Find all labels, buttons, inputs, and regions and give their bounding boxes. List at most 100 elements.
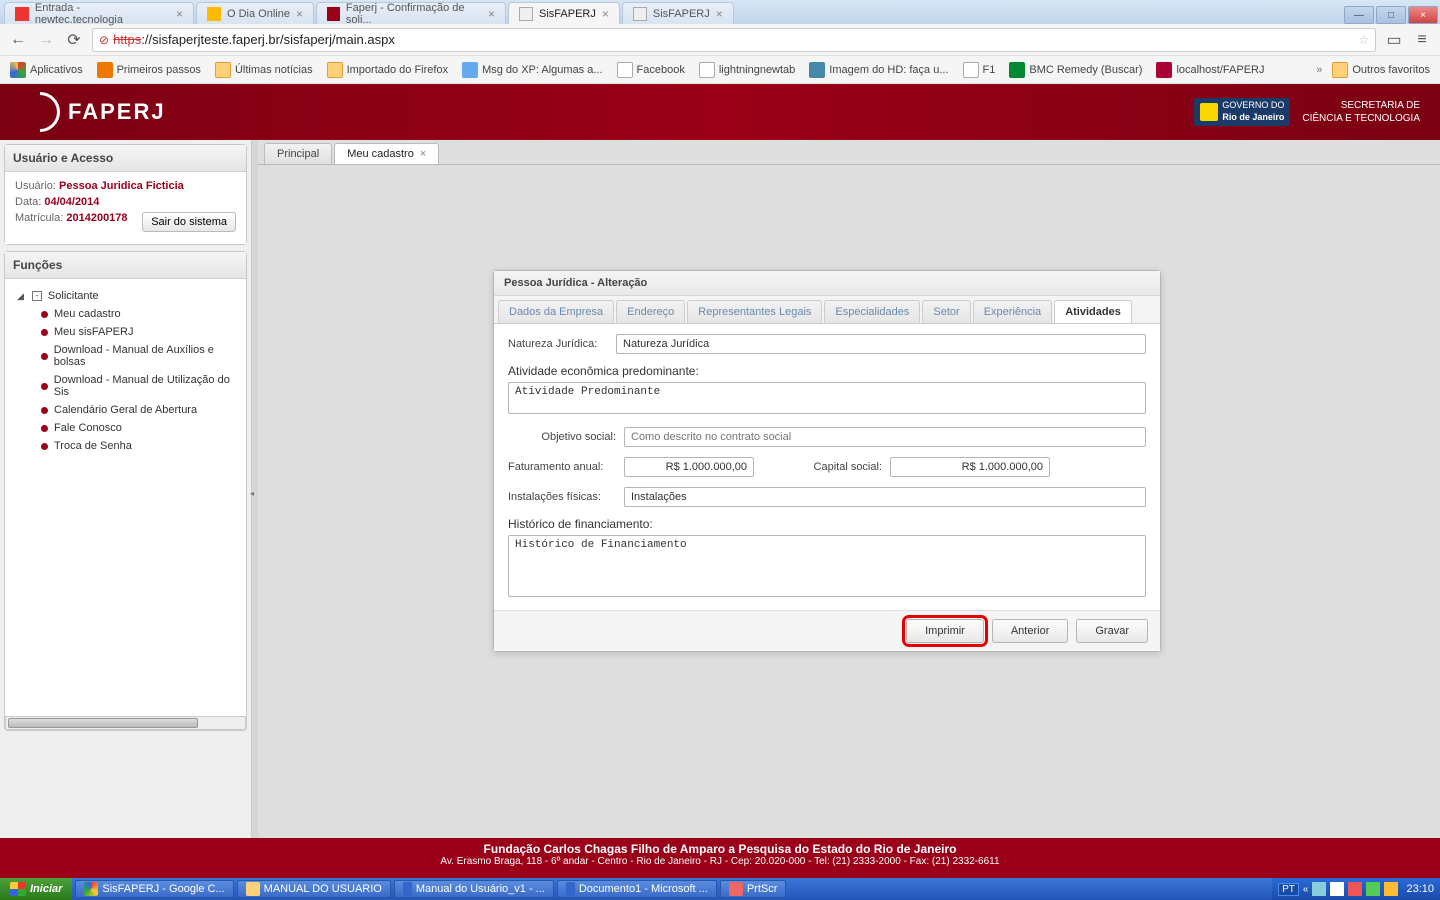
- natureza-input[interactable]: [616, 334, 1146, 354]
- address-bar: ← → ⟳ ⊘ https://sisfaperjteste.faperj.br…: [0, 24, 1440, 56]
- menu-icon[interactable]: ≡: [1412, 30, 1432, 50]
- form-tab[interactable]: Representantes Legais: [687, 300, 822, 323]
- taskbar-item[interactable]: PrtScr: [720, 880, 787, 898]
- panel-header: Funções: [5, 252, 246, 279]
- prtscr-icon: [729, 882, 743, 896]
- objetivo-input[interactable]: [624, 427, 1146, 447]
- url-input[interactable]: ⊘ https://sisfaperjteste.faperj.br/sisfa…: [92, 28, 1376, 52]
- gmail-icon: [15, 7, 29, 21]
- browser-tab[interactable]: SisFAPERJ×: [622, 2, 734, 24]
- page-icon: [963, 62, 979, 78]
- tray-icon[interactable]: [1384, 882, 1398, 896]
- taskbar-item[interactable]: MANUAL DO USUARIO: [237, 880, 391, 898]
- folder-icon: [215, 62, 231, 78]
- atividade-label: Atividade econômica predominante:: [508, 364, 699, 378]
- close-icon[interactable]: ×: [420, 148, 426, 160]
- tray-icon[interactable]: [1366, 882, 1380, 896]
- tray-icon[interactable]: [1348, 882, 1362, 896]
- gravar-button[interactable]: Gravar: [1076, 619, 1148, 643]
- tree-item[interactable]: Meu sisFAPERJ: [13, 323, 242, 341]
- tree-item[interactable]: Meu cadastro: [13, 305, 242, 323]
- functions-panel: Funções -Solicitante Meu cadastro Meu si…: [4, 251, 247, 731]
- tree-item[interactable]: Troca de Senha: [13, 437, 242, 455]
- historico-input[interactable]: [508, 535, 1146, 597]
- bookmark-item[interactable]: BMC Remedy (Buscar): [1005, 60, 1146, 80]
- bmc-icon: [1009, 62, 1025, 78]
- atividade-input[interactable]: [508, 382, 1146, 414]
- page-icon: [699, 62, 715, 78]
- close-icon[interactable]: ×: [296, 7, 303, 21]
- bookmark-item[interactable]: Facebook: [613, 60, 689, 80]
- form-title: Pessoa Jurídica - Alteração: [494, 271, 1160, 296]
- other-bookmarks[interactable]: Outros favoritos: [1328, 60, 1434, 80]
- taskbar-item[interactable]: Manual do Usuário_v1 - ...: [394, 880, 554, 898]
- minimize-button[interactable]: —: [1344, 6, 1374, 24]
- faturamento-input[interactable]: [624, 457, 754, 477]
- logout-button[interactable]: Sair do sistema: [142, 212, 236, 232]
- panel-header: Usuário e Acesso: [5, 145, 246, 172]
- bookmark-item[interactable]: Últimas notícias: [211, 60, 317, 80]
- page-tabs: Principal Meu cadastro×: [258, 140, 1440, 165]
- browser-tab[interactable]: Entrada - newtec.tecnologia×: [4, 2, 194, 24]
- historico-label: Histórico de financiamento:: [508, 517, 653, 531]
- star-icon[interactable]: ☆: [1358, 33, 1369, 47]
- tree-item[interactable]: Calendário Geral de Abertura: [13, 401, 242, 419]
- tab-principal[interactable]: Principal: [264, 143, 332, 164]
- imprimir-button[interactable]: Imprimir: [906, 619, 984, 643]
- bookmark-item[interactable]: lightningnewtab: [695, 60, 799, 80]
- taskbar-item[interactable]: SisFAPERJ - Google C...: [75, 880, 233, 898]
- bookmark-item[interactable]: localhost/FAPERJ: [1152, 60, 1268, 80]
- browser-tab[interactable]: Faperj - Confirmação de soli...×: [316, 2, 506, 24]
- instalacoes-input[interactable]: [624, 487, 1146, 507]
- close-icon[interactable]: ×: [716, 7, 723, 21]
- bookmark-item[interactable]: Msg do XP: Algumas a...: [458, 60, 606, 80]
- page-icon: [519, 7, 533, 21]
- form-tab[interactable]: Setor: [922, 300, 970, 323]
- close-button[interactable]: ×: [1408, 6, 1438, 24]
- clock[interactable]: 23:10: [1406, 883, 1434, 895]
- bookmark-item[interactable]: Aplicativos: [6, 60, 87, 80]
- capital-input[interactable]: [890, 457, 1050, 477]
- form-tab-active[interactable]: Atividades: [1054, 300, 1132, 323]
- maximize-button[interactable]: □: [1376, 6, 1406, 24]
- language-indicator[interactable]: PT: [1278, 883, 1299, 896]
- instalacoes-label: Instalações físicas:: [508, 491, 616, 503]
- form-tab[interactable]: Endereço: [616, 300, 685, 323]
- objetivo-label: Objetivo social:: [508, 431, 616, 443]
- tree-item[interactable]: Download - Manual de Auxílios e bolsas: [13, 341, 242, 371]
- capital-label: Capital social:: [792, 461, 882, 473]
- close-icon[interactable]: ×: [176, 7, 183, 21]
- secretaria-label: SECRETARIA DECIÊNCIA E TECNOLOGIA: [1302, 99, 1420, 125]
- tree-root-solicitante[interactable]: -Solicitante: [13, 287, 242, 305]
- close-icon[interactable]: ×: [488, 7, 495, 21]
- forward-button[interactable]: →: [36, 30, 56, 50]
- bookmark-item[interactable]: Importado do Firefox: [323, 60, 453, 80]
- bookmark-item[interactable]: Primeiros passos: [93, 60, 205, 80]
- close-icon[interactable]: ×: [602, 7, 609, 21]
- browser-tab[interactable]: O Dia Online×: [196, 2, 314, 24]
- bookmark-item[interactable]: F1: [959, 60, 1000, 80]
- horizontal-scrollbar[interactable]: [5, 716, 246, 730]
- tray-expand-icon[interactable]: «: [1303, 884, 1309, 895]
- word-icon: [566, 882, 575, 896]
- start-button[interactable]: Iniciar: [0, 878, 72, 900]
- anterior-button[interactable]: Anterior: [992, 619, 1069, 643]
- form-tab[interactable]: Especialidades: [824, 300, 920, 323]
- cast-icon[interactable]: ▭: [1384, 30, 1404, 50]
- tab-meu-cadastro[interactable]: Meu cadastro×: [334, 143, 439, 164]
- faperj-icon: [327, 7, 340, 21]
- back-button[interactable]: ←: [8, 30, 28, 50]
- form-tab[interactable]: Dados da Empresa: [498, 300, 614, 323]
- bookmarks-overflow[interactable]: »: [1316, 64, 1322, 76]
- form-tab[interactable]: Experiência: [973, 300, 1052, 323]
- tray-icon[interactable]: [1330, 882, 1344, 896]
- tree-item[interactable]: Download - Manual de Utilização do Sis: [13, 371, 242, 401]
- browser-tab-active[interactable]: SisFAPERJ×: [508, 2, 620, 24]
- site-banner: FAPERJ GOVERNO DORio de Janeiro SECRETAR…: [0, 84, 1440, 140]
- bookmark-item[interactable]: Imagem do HD: faça u...: [805, 60, 952, 80]
- bullet-icon: [41, 443, 48, 450]
- reload-button[interactable]: ⟳: [64, 30, 84, 50]
- tree-item[interactable]: Fale Conosco: [13, 419, 242, 437]
- taskbar-item[interactable]: Documento1 - Microsoft ...: [557, 880, 717, 898]
- tray-icon[interactable]: [1312, 882, 1326, 896]
